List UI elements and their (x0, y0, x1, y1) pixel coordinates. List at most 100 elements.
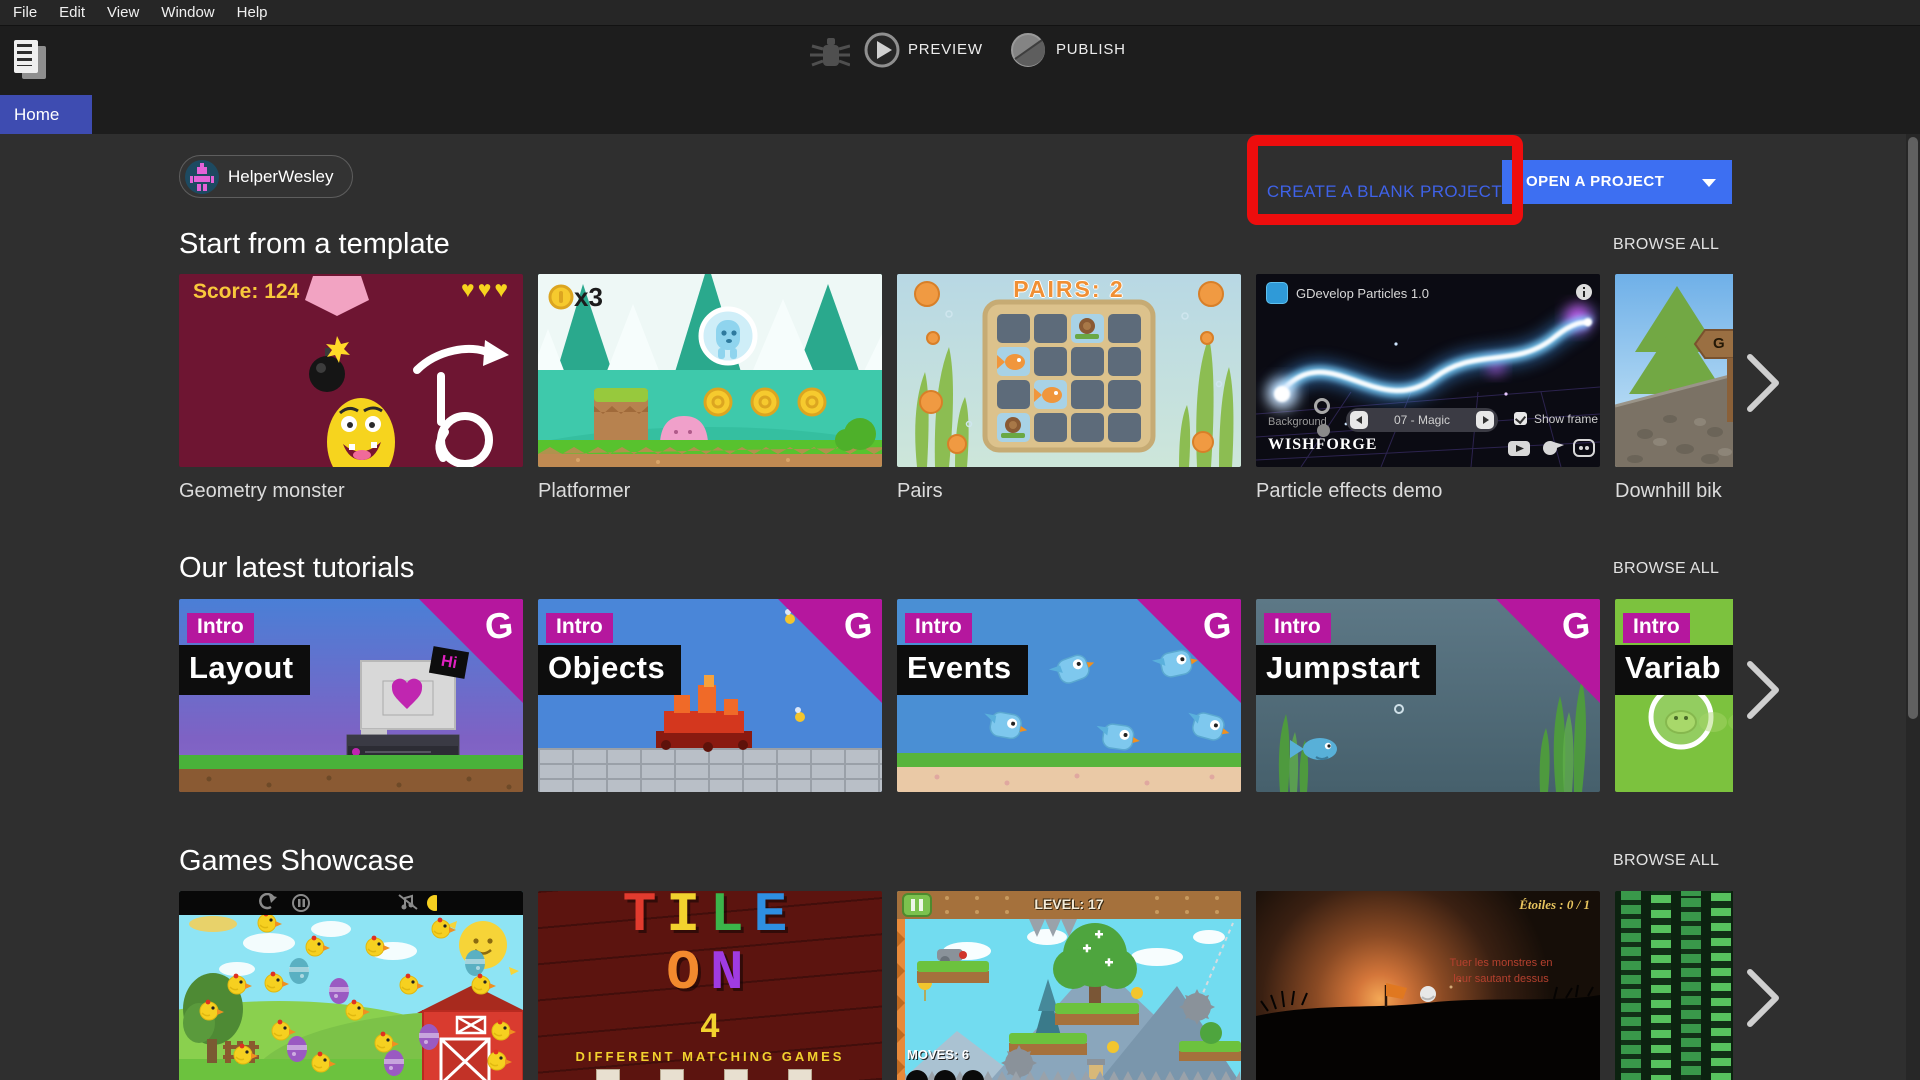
carousel-next-templates[interactable] (1740, 351, 1784, 415)
chevron-down-icon[interactable] (1702, 179, 1716, 187)
games-count: 4 (538, 1007, 882, 1046)
menu-edit[interactable]: Edit (48, 0, 96, 26)
tutorial-card-objects[interactable]: G Intro Objects (538, 599, 882, 792)
tab-home[interactable]: Home (0, 95, 92, 134)
showcase-card-chickens[interactable]: Score: 26050 x 23 (179, 891, 523, 1080)
section-title-templates: Start from a template (179, 228, 450, 261)
tutorial-title: Events (897, 645, 1028, 695)
gdevelop-logo-letter: G (842, 604, 874, 649)
tutorials-carousel: Hi G Intro Layout (179, 599, 1733, 792)
card-label: Pairs (897, 480, 1241, 503)
tile-title-word1: TILE (538, 891, 882, 947)
browse-all-tutorials[interactable]: BROWSE ALL (1613, 560, 1743, 578)
menu-bar: File Edit View Window Help (0, 0, 1920, 26)
project-manager-icon[interactable] (12, 38, 50, 84)
info-icon (1576, 284, 1592, 300)
preview-button[interactable]: PREVIEW (908, 41, 983, 58)
template-card-particles[interactable]: GDevelop Particles 1.0 Background 07 - M… (1256, 274, 1600, 506)
menu-help[interactable]: Help (226, 0, 279, 26)
glyph-column (1651, 891, 1671, 1080)
gdevelop-logo-icon (1266, 282, 1288, 304)
stars-counter-text: Étoiles : 0 / 1 (1519, 897, 1590, 913)
tutorial-card-layout[interactable]: Hi G Intro Layout (179, 599, 523, 792)
showcase-card-matrix[interactable] (1615, 891, 1733, 1080)
topbar-icons (257, 893, 437, 913)
browse-all-templates[interactable]: BROWSE ALL (1613, 236, 1743, 254)
coin-count-text: x3 (574, 282, 603, 313)
glyph-column (1681, 891, 1701, 1080)
template-card-downhill[interactable]: G Downhill bik (1615, 274, 1733, 506)
menu-view[interactable]: View (96, 0, 150, 26)
glyph-column (1711, 891, 1731, 1080)
intro-badge: Intro (1264, 613, 1331, 643)
doc-front-sheet (14, 40, 38, 73)
gdevelop-logo-letter: G (1560, 604, 1592, 649)
show-frame-label: Show frame (1534, 412, 1598, 426)
intro-badge: Intro (187, 613, 254, 643)
templates-carousel: Score: 124 ♥♥♥ Geometry monster (179, 274, 1733, 506)
preview-play-icon[interactable] (862, 30, 902, 70)
avatar (185, 160, 219, 194)
coin-icon (548, 284, 574, 310)
scrollbar-thumb[interactable] (1908, 137, 1918, 719)
browse-all-showcase[interactable]: BROWSE ALL (1613, 852, 1743, 870)
intro-badge: Intro (546, 613, 613, 643)
mini-preview-tile (788, 1069, 812, 1080)
carousel-next-showcase[interactable] (1740, 966, 1784, 1030)
showcase-card-night[interactable]: Étoiles : 0 / 1 Tuer les monstres en leu… (1256, 891, 1600, 1080)
moves-text: MOVES: 6 (907, 1047, 969, 1062)
tutorial-title: Layout (179, 645, 310, 695)
template-card-pairs[interactable]: PAIRS: 2 Pairs (897, 274, 1241, 506)
pairs-counter-text: PAIRS: 2 (897, 276, 1241, 303)
tutorial-title: Objects (538, 645, 681, 695)
showcase-card-tileon[interactable]: TILE ON 4 DIFFERENT MATCHING GAMES (538, 891, 882, 1080)
hint-line1: Tuer les monstres en (1426, 957, 1576, 969)
tutorial-card-events[interactable]: G Intro Events (897, 599, 1241, 792)
downhill-art (1615, 274, 1733, 467)
menu-window[interactable]: Window (150, 0, 225, 26)
showcase-card-level17[interactable]: LEVEL: 17 MOVES: 6 (897, 891, 1241, 1080)
tutorial-title: Jumpstart (1256, 645, 1436, 695)
demo-title: GDevelop Particles 1.0 (1296, 286, 1429, 301)
card-label: Downhill bik (1615, 480, 1733, 503)
tutorial-title: Variab (1615, 645, 1733, 695)
games-subtitle: DIFFERENT MATCHING GAMES (538, 1049, 882, 1064)
intro-badge: Intro (905, 613, 972, 643)
carousel-next-tutorials[interactable] (1740, 658, 1784, 722)
prev-arrow-icon (1350, 411, 1368, 429)
card-label: Particle effects demo (1256, 480, 1600, 503)
next-arrow-icon (1476, 411, 1494, 429)
hearts-icons: ♥♥♥ (461, 276, 511, 303)
tutorial-card-variables[interactable]: +1 G Intro Variab (1615, 599, 1733, 792)
level-text: LEVEL: 17 (897, 896, 1241, 912)
wishforge-logo: WISHFORGE (1268, 436, 1377, 454)
template-card-geometry-monster[interactable]: Score: 124 ♥♥♥ Geometry monster (179, 274, 523, 506)
checkbox-icon (1514, 412, 1527, 425)
tile-title-word2: ON (538, 941, 882, 1005)
night-art (1256, 891, 1600, 1080)
open-project-button[interactable]: OPEN A PROJECT (1502, 160, 1732, 204)
card-label: Geometry monster (179, 480, 523, 503)
publish-button[interactable]: PUBLISH (1056, 41, 1126, 58)
menu-file[interactable]: File (2, 0, 48, 26)
sign-text: G (1713, 335, 1725, 352)
chicken-art (179, 891, 523, 1080)
publish-icon[interactable] (1008, 30, 1048, 70)
hint-line2: leur sautant dessus (1426, 973, 1576, 985)
debug-bug-icon[interactable] (806, 34, 850, 74)
tutorial-card-jumpstart[interactable]: G Intro Jumpstart (1256, 599, 1600, 792)
template-card-platformer[interactable]: x3 Platformer (538, 274, 882, 506)
card-label: Platformer (538, 480, 882, 503)
section-title-showcase: Games Showcase (179, 845, 414, 878)
user-profile-chip[interactable]: HelperWesley (179, 155, 353, 198)
score-text: Score: 124 (193, 280, 299, 304)
mini-preview-tile (724, 1069, 748, 1080)
intro-badge: Intro (1623, 613, 1690, 643)
mini-preview-tile (660, 1069, 684, 1080)
create-blank-project-button[interactable]: CREATE A BLANK PROJECT (1262, 172, 1507, 212)
mini-preview-tile (596, 1069, 620, 1080)
section-title-tutorials: Our latest tutorials (179, 552, 414, 585)
app-header: File Edit View Window Help PREVIEW PUBLI… (0, 0, 1920, 134)
radio-ring-icon (1314, 398, 1330, 414)
showcase-carousel: Score: 26050 x 23 TILE ON 4 DIFF (179, 891, 1733, 1080)
